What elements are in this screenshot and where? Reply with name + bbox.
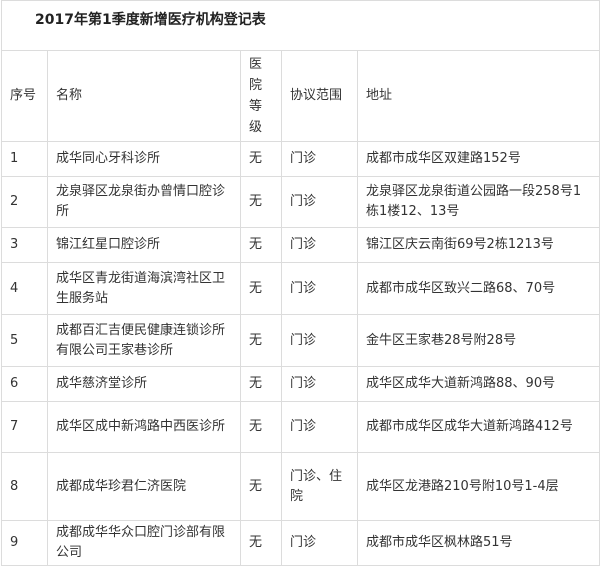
table-title: 2017年第1季度新增医疗机构登记表: [0, 0, 600, 51]
cell-address: 成都市成华区枫林路51号: [356, 520, 600, 566]
cell-no: 6: [1, 366, 48, 402]
page: 2017年第1季度新增医疗机构登记表 序号 名称 医院等级 协议范围 地址 1成…: [0, 0, 600, 587]
cell-address: 锦江区庆云南街69号2栋1213号: [356, 227, 600, 263]
table-row: 6 成华慈济堂诊所无门诊 成华区成华大道新鸿路88、90号: [1, 366, 600, 402]
cell-scope: 门诊: [281, 314, 358, 367]
cell-scope: 门诊: [281, 401, 358, 453]
cell-address: 成都市成华区致兴二路68、70号: [356, 262, 600, 315]
cell-no: 4: [1, 262, 48, 315]
cell-no: 7: [1, 401, 48, 453]
table-row: 2 龙泉驿区龙泉街办曾情口腔诊所无门诊 龙泉驿区龙泉街道公园路一段258号1栋1楼1…: [1, 176, 600, 228]
table-row: 4 成华区青龙街道海滨湾社区卫生服务站无门诊 成都市成华区致兴二路68、70号: [1, 262, 600, 315]
table-row: 1 成华同心牙科诊所无门诊 成都市成华区双建路152号: [1, 141, 600, 177]
cell-level: 无: [240, 262, 282, 315]
cell-level: 无: [240, 452, 282, 521]
cell-level: 无: [240, 227, 282, 263]
header-no: 序号: [1, 50, 48, 142]
cell-name: 锦江红星口腔诊所: [47, 227, 241, 263]
cell-scope: 门诊: [281, 366, 358, 402]
registration-table: 2017年第1季度新增医疗机构登记表 序号 名称 医院等级 协议范围 地址 1成…: [0, 0, 600, 566]
header-level: 医院等级: [240, 50, 282, 142]
header-scope: 协议范围: [281, 50, 358, 142]
cell-level: 无: [240, 520, 282, 566]
cell-name: 成都成华珍君仁济医院: [47, 452, 241, 521]
cell-no: 9: [1, 520, 48, 566]
table-row: 7 成华区成中新鸿路中西医诊所无门诊 成都市成华区成华大道新鸿路412号: [1, 401, 600, 453]
cell-name: 成华区成中新鸿路中西医诊所: [47, 401, 241, 453]
cell-level: 无: [240, 401, 282, 453]
cell-scope: 门诊: [281, 141, 358, 177]
cell-scope: 门诊、住院: [281, 452, 358, 521]
cell-address: 成都市成华区成华大道新鸿路412号: [356, 401, 600, 453]
cell-level: 无: [240, 314, 282, 367]
cell-address: 龙泉驿区龙泉街道公园路一段258号1栋1楼12、13号: [356, 176, 600, 228]
cell-address: 成华区成华大道新鸿路88、90号: [356, 366, 600, 402]
header-name: 名称: [47, 50, 241, 142]
cell-name: 成华慈济堂诊所: [47, 366, 241, 402]
table-row: 9 成都成华华众口腔门诊部有限公司无门诊 成都市成华区枫林路51号: [1, 520, 600, 566]
cell-address: 成都市成华区双建路152号: [356, 141, 600, 177]
cell-name: 成华区青龙街道海滨湾社区卫生服务站: [47, 262, 241, 315]
cell-level: 无: [240, 176, 282, 228]
cell-address: 金牛区王家巷28号附28号: [356, 314, 600, 367]
table-row: 8 成都成华珍君仁济医院无门诊、住院 成华区龙港路210号附10号1-4层: [1, 452, 600, 521]
cell-scope: 门诊: [281, 262, 358, 315]
table-row: 5 成都百汇吉便民健康连锁诊所有限公司王家巷诊所无门诊 金牛区王家巷28号附28号: [1, 314, 600, 367]
cell-no: 1: [1, 141, 48, 177]
cell-name: 成都百汇吉便民健康连锁诊所有限公司王家巷诊所: [47, 314, 241, 367]
header-address: 地址: [356, 50, 600, 142]
cell-scope: 门诊: [281, 520, 358, 566]
cell-name: 龙泉驿区龙泉街办曾情口腔诊所: [47, 176, 241, 228]
cell-name: 成华同心牙科诊所: [47, 141, 241, 177]
cell-scope: 门诊: [281, 176, 358, 228]
cell-no: 3: [1, 227, 48, 263]
cell-level: 无: [240, 366, 282, 402]
title-row: 2017年第1季度新增医疗机构登记表: [0, 0, 600, 51]
cell-level: 无: [240, 141, 282, 177]
cell-scope: 门诊: [281, 227, 358, 263]
cell-name: 成都成华华众口腔门诊部有限公司: [47, 520, 241, 566]
header-row: 序号 名称 医院等级 协议范围 地址: [1, 50, 600, 142]
cell-address: 成华区龙港路210号附10号1-4层: [356, 452, 600, 521]
cell-no: 5: [1, 314, 48, 367]
cell-no: 2: [1, 176, 48, 228]
table-row: 3 锦江红星口腔诊所无门诊 锦江区庆云南街69号2栋1213号: [1, 227, 600, 263]
cell-no: 8: [1, 452, 48, 521]
